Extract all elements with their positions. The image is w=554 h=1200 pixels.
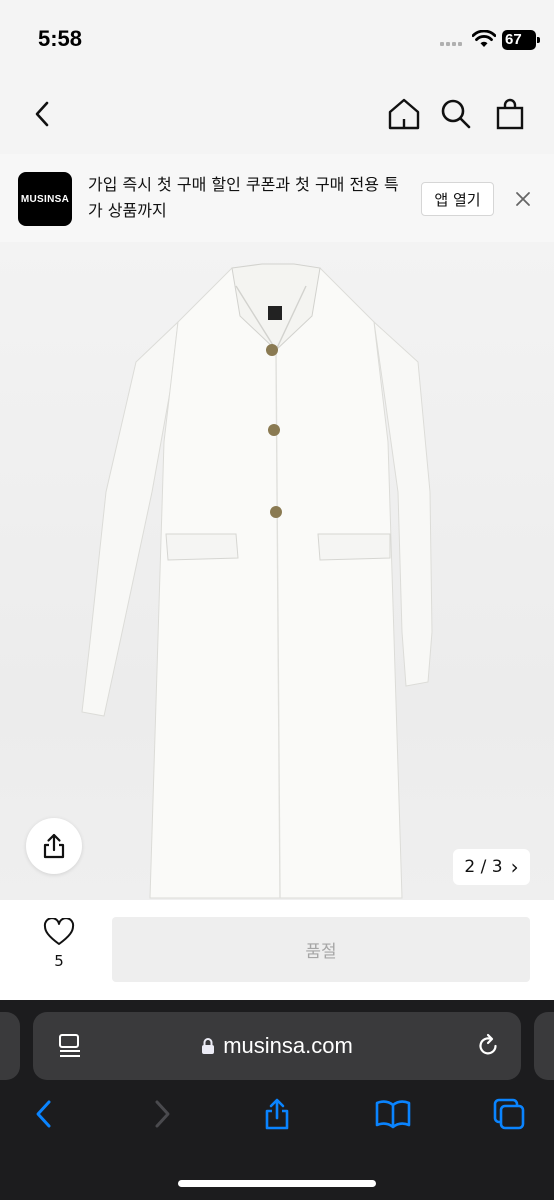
heart-icon: [43, 917, 75, 945]
open-app-button[interactable]: 앱 열기: [421, 182, 494, 216]
status-bar: 5:58 67: [0, 0, 554, 74]
app-logo: MUSINSA: [18, 172, 72, 226]
url-display[interactable]: musinsa.com: [33, 1012, 521, 1080]
forward-icon: [155, 1100, 170, 1128]
browser-back-button[interactable]: [22, 1092, 66, 1136]
previous-tab-edge[interactable]: [0, 1012, 20, 1080]
bookmarks-icon: [375, 1100, 411, 1129]
address-bar[interactable]: musinsa.com: [33, 1012, 521, 1080]
gallery-pager[interactable]: 2 / 3 ›: [453, 849, 530, 885]
browser-forward-button[interactable]: [140, 1092, 184, 1136]
site-header: [0, 74, 554, 154]
chevron-right-icon: ›: [510, 855, 519, 879]
browser-toolbar: musinsa.com: [0, 1000, 554, 1200]
like-button[interactable]: 5: [36, 917, 82, 970]
product-image-gallery[interactable]: 2 / 3 ›: [0, 242, 554, 900]
home-icon: [388, 98, 420, 130]
next-tab-edge[interactable]: [534, 1012, 554, 1080]
cellular-signal-icon: [440, 36, 466, 46]
close-icon[interactable]: [512, 188, 534, 210]
url-text: musinsa.com: [223, 1033, 353, 1058]
app-install-banner: MUSINSA 가입 즉시 첫 구매 할인 쿠폰과 첫 구매 전용 특가 상품까…: [0, 154, 554, 242]
tabs-icon: [493, 1098, 525, 1130]
share-icon: [43, 833, 65, 859]
page-indicator: 2 / 3: [464, 857, 503, 877]
cart-button[interactable]: [490, 94, 530, 134]
bookmarks-button[interactable]: [371, 1092, 415, 1136]
wifi-icon: [472, 30, 496, 47]
reload-icon[interactable]: [475, 1033, 501, 1059]
back-icon: [36, 1100, 51, 1128]
share-button[interactable]: [26, 818, 82, 874]
search-icon: [441, 99, 471, 129]
browser-share-button[interactable]: [255, 1092, 299, 1136]
purchase-bar: 5 품절: [0, 900, 554, 1000]
back-button[interactable]: [22, 94, 62, 134]
like-count: 5: [54, 952, 64, 970]
share-icon: [265, 1098, 289, 1130]
home-indicator: [178, 1180, 376, 1187]
tabs-button[interactable]: [487, 1092, 531, 1136]
sold-out-button[interactable]: 품절: [112, 917, 530, 982]
banner-message: 가입 즉시 첫 구매 할인 쿠폰과 첫 구매 전용 특가 상품까지: [88, 175, 399, 220]
lock-icon: [202, 1038, 215, 1054]
search-button[interactable]: [436, 94, 476, 134]
bag-icon: [496, 98, 524, 130]
status-time: 5:58: [38, 26, 83, 51]
home-button[interactable]: [384, 94, 424, 134]
product-photo: [81, 263, 433, 899]
battery-indicator: 67: [502, 30, 540, 50]
back-icon: [35, 101, 49, 127]
